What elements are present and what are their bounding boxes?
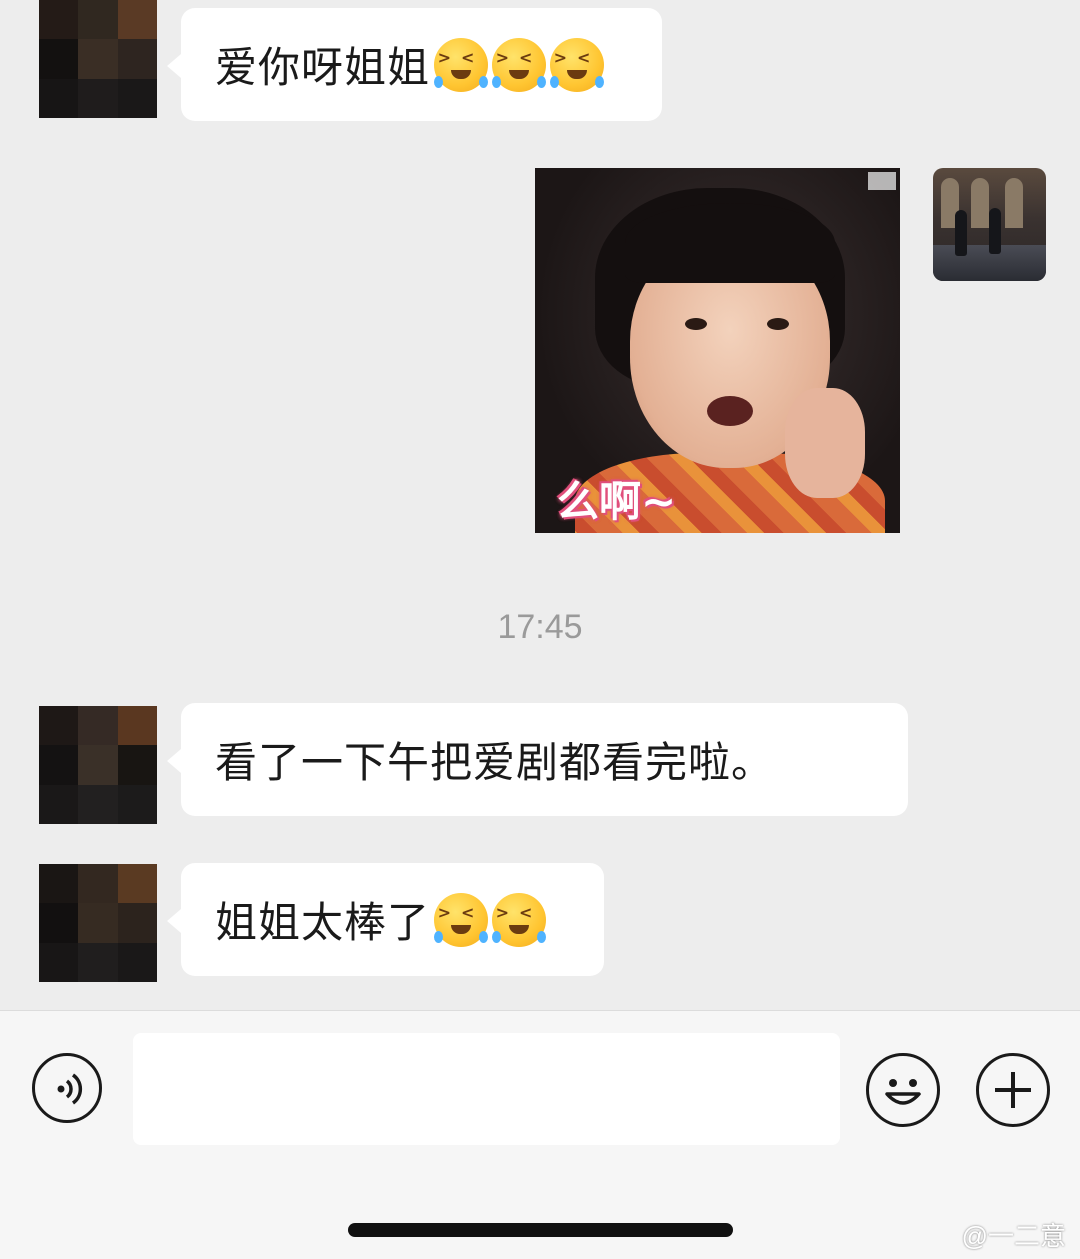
sticker-hand: [785, 388, 865, 498]
tearful-laughing-emoji-icon: [492, 37, 547, 92]
voice-icon: [57, 1073, 83, 1105]
avatar-arch: [1005, 178, 1023, 228]
message-bubble[interactable]: 爱你呀姐姐: [167, 8, 662, 121]
message-input[interactable]: [133, 1033, 840, 1145]
contact-avatar[interactable]: [39, 0, 157, 118]
message-text: 姐姐太棒了: [215, 898, 431, 947]
message-bubble[interactable]: 看了一下午把爱剧都看完啦。: [167, 703, 908, 816]
tearful-laughing-emoji-icon: [434, 892, 489, 947]
sticker-message[interactable]: 么啊~: [535, 168, 900, 533]
avatar-figure: [955, 210, 967, 256]
emoji-icon: [885, 1079, 921, 1105]
sticker-eye: [685, 318, 707, 330]
sticker-badge: [868, 172, 896, 190]
emoji-button[interactable]: [866, 1053, 940, 1127]
message-bubble[interactable]: 姐姐太棒了: [167, 863, 604, 976]
voice-button[interactable]: [32, 1053, 102, 1123]
home-indicator[interactable]: [348, 1223, 733, 1237]
tearful-laughing-emoji-icon: [550, 37, 605, 92]
plus-button[interactable]: [976, 1053, 1050, 1127]
tearful-laughing-emoji-icon: [492, 892, 547, 947]
my-avatar[interactable]: [933, 168, 1046, 281]
contact-avatar[interactable]: [39, 864, 157, 982]
sticker-caption: 么啊~: [557, 477, 677, 526]
sticker-eye: [767, 318, 789, 330]
message-text: 爱你呀姐姐: [215, 43, 431, 92]
timestamp: 17:45: [497, 608, 583, 646]
avatar-figure: [989, 208, 1001, 254]
tearful-laughing-emoji-icon: [434, 37, 489, 92]
sticker-bangs: [625, 203, 835, 283]
input-bar: @一二意: [0, 1010, 1080, 1259]
chat-area[interactable]: 爱你呀姐姐 么啊~ 17:45 看了一下午把爱剧都看完啦。: [0, 0, 1080, 1010]
contact-avatar[interactable]: [39, 706, 157, 824]
sticker-mouth: [707, 396, 753, 426]
avatar-arch: [971, 178, 989, 228]
plus-icon: [995, 1072, 1031, 1108]
message-text: 看了一下午把爱剧都看完啦。: [215, 738, 775, 787]
watermark: @一二意: [961, 1221, 1066, 1251]
